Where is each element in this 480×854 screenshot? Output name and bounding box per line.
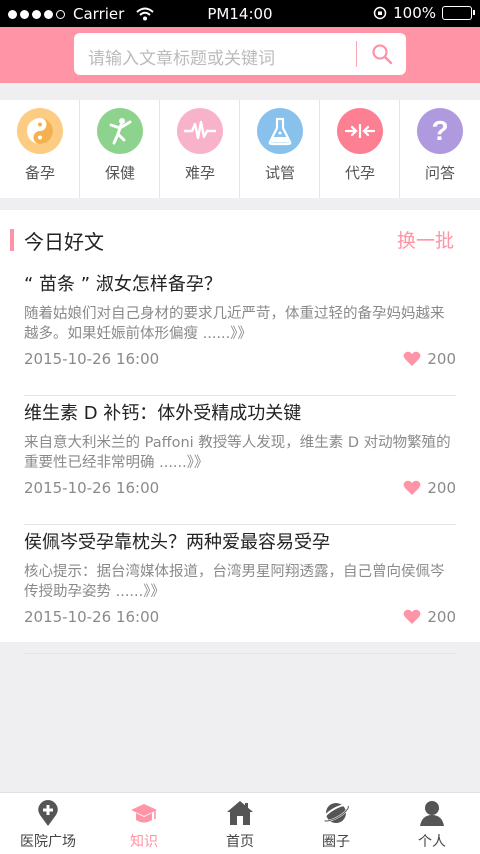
home-icon	[227, 801, 253, 825]
hospital-pin-icon	[38, 800, 58, 826]
article-summary: 核心提示：据台湾媒体报道，台湾男星阿翔透露，自己曾向侯佩岑传授助孕姿势 ....…	[24, 564, 445, 600]
tab-label: 医院广场	[20, 834, 76, 850]
category-label: 问答	[424, 164, 455, 182]
graduation-cap-icon	[131, 804, 157, 823]
category-label: 保健	[104, 164, 135, 182]
article-date: 2015-10-26 16:00	[24, 479, 160, 497]
article-summary: 随着姑娘们对自己身材的要求几近严苛，体重过轻的备孕妈妈越来越多。如果妊娠前体形偏…	[24, 306, 445, 342]
article-title: 维生素 D 补钙：体外受精成功关键	[24, 403, 302, 424]
heart-icon	[403, 351, 421, 366]
yin-yang-icon	[17, 108, 63, 154]
section-header: 今日好文 换一批	[0, 226, 480, 256]
article-item[interactable]: “ 苗条 ” 淑女怎样备孕？ 随着姑娘们对自己身材的要求几近严苛，体重过轻的备孕…	[24, 270, 456, 396]
category-wenda[interactable]: ? 问答	[400, 100, 480, 198]
flask-icon	[257, 108, 303, 154]
article-title: “ 苗条 ” 淑女怎样备孕？	[24, 274, 222, 295]
fitness-figure-icon	[97, 108, 143, 154]
article-item[interactable]: 侯佩岑受孕靠枕头？两种爱最容易受孕 核心提示：据台湾媒体报道，台湾男星阿翔透露，…	[24, 528, 456, 654]
heart-icon	[403, 480, 421, 495]
tab-label: 圈子	[322, 834, 350, 850]
daily-articles-panel: 今日好文 换一批 “ 苗条 ” 淑女怎样备孕？ 随着姑娘们对自己身材的要求几近严…	[0, 210, 480, 654]
battery-icon	[442, 6, 475, 20]
tab-home[interactable]: 首页	[192, 793, 288, 854]
category-label: 试管	[264, 164, 295, 182]
section-accent-bar	[10, 229, 14, 251]
category-nanyun[interactable]: 难孕	[160, 100, 240, 198]
heart-icon	[403, 609, 421, 624]
section-title: 今日好文	[24, 230, 104, 254]
planet-icon	[322, 803, 350, 823]
orientation-lock-icon	[373, 6, 387, 20]
article-title: 侯佩岑受孕靠枕头？两种爱最容易受孕	[24, 532, 330, 553]
refresh-button[interactable]: 换一批	[397, 226, 454, 253]
search-input[interactable]: 请输入文章标题或关键词	[74, 33, 406, 75]
question-icon: ?	[417, 108, 463, 154]
category-label: 备孕	[24, 164, 55, 182]
category-label: 代孕	[344, 164, 375, 182]
tab-circle[interactable]: 圈子	[288, 793, 384, 854]
article-item[interactable]: 维生素 D 补钙：体外受精成功关键 来自意大利米兰的 Paffoni 教授等人发…	[24, 399, 456, 525]
like-count-value: 200	[427, 479, 456, 497]
article-summary: 来自意大利米兰的 Paffoni 教授等人发现，维生素 D 对动物繁殖的重要性已…	[24, 435, 451, 471]
search-placeholder: 请输入文章标题或关键词	[88, 49, 275, 69]
category-beiyun[interactable]: 备孕	[0, 100, 80, 198]
category-label: 难孕	[184, 164, 215, 182]
like-count-value: 200	[427, 350, 456, 368]
category-shiguan[interactable]: 试管	[240, 100, 320, 198]
status-bar: Carrier PM14:00 100%	[0, 0, 480, 27]
category-daiyun[interactable]: 代孕	[320, 100, 400, 198]
arrows-in-icon	[337, 108, 383, 154]
like-count[interactable]: 200	[403, 350, 456, 368]
category-baojian[interactable]: 保健	[80, 100, 160, 198]
tab-profile[interactable]: 个人	[384, 793, 480, 854]
search-header: 请输入文章标题或关键词	[0, 27, 480, 83]
bottom-tab-bar: 医院广场 知识 首页 圈子 个人	[0, 792, 480, 854]
tab-hospital-square[interactable]: 医院广场	[0, 793, 96, 854]
article-date: 2015-10-26 16:00	[24, 350, 160, 368]
tab-label: 个人	[418, 834, 446, 850]
battery-percent: 100%	[393, 4, 436, 22]
tab-label: 知识	[130, 834, 158, 850]
heartbeat-icon	[177, 108, 223, 154]
search-divider	[356, 41, 357, 67]
category-bar: 备孕 保健 难孕 试管 代孕 ? 问答	[0, 100, 480, 198]
like-count[interactable]: 200	[403, 479, 456, 497]
like-count[interactable]: 200	[403, 608, 456, 626]
search-icon[interactable]	[370, 42, 394, 66]
tab-knowledge[interactable]: 知识	[96, 793, 192, 854]
like-count-value: 200	[427, 608, 456, 626]
person-icon	[420, 801, 444, 826]
article-date: 2015-10-26 16:00	[24, 608, 160, 626]
tab-label: 首页	[226, 834, 254, 850]
